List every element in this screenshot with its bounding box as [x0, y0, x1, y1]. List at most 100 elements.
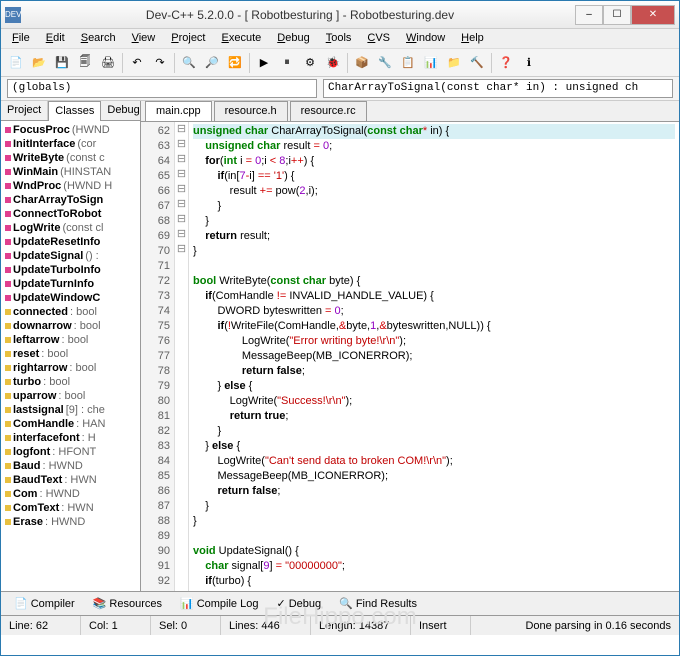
menu-project[interactable]: Project: [164, 29, 212, 48]
toolbar-button[interactable]: 📋: [397, 52, 419, 74]
tree-item[interactable]: downarrow : bool: [3, 319, 138, 333]
method-icon: [5, 225, 11, 231]
tab-icon: 🔍: [339, 597, 353, 610]
toolbar-button[interactable]: ⏸: [276, 52, 298, 74]
tree-item[interactable]: leftarrow : bool: [3, 333, 138, 347]
status-msg: Done parsing in 0.16 seconds: [471, 616, 679, 635]
tree-item[interactable]: InitInterface (cor: [3, 137, 138, 151]
left-tab-classes[interactable]: Classes: [48, 101, 101, 121]
tree-item[interactable]: WndProc (HWND H: [3, 179, 138, 193]
toolbar-button[interactable]: 🗐: [74, 52, 96, 74]
left-tab-debug[interactable]: Debug: [101, 101, 146, 120]
tree-item[interactable]: interfacefont : H: [3, 431, 138, 445]
bottom-tab-find-results[interactable]: 🔍Find Results: [332, 594, 424, 613]
scope-combo[interactable]: (globals): [7, 79, 317, 98]
toolbar-separator: [174, 53, 175, 73]
toolbar-button[interactable]: 🔎: [201, 52, 223, 74]
tree-item[interactable]: ComHandle : HAN: [3, 417, 138, 431]
method-icon: [5, 155, 11, 161]
class-tree[interactable]: FocusProc (HWNDInitInterface (corWriteBy…: [1, 121, 140, 591]
status-line: Line: 62: [1, 616, 81, 635]
menu-tools[interactable]: Tools: [319, 29, 359, 48]
tree-item[interactable]: UpdateTurnInfo: [3, 277, 138, 291]
toolbar-button[interactable]: 🐞: [322, 52, 344, 74]
variable-icon: [5, 351, 11, 357]
menu-window[interactable]: Window: [399, 29, 452, 48]
menu-search[interactable]: Search: [74, 29, 123, 48]
editor-tab[interactable]: main.cpp: [145, 101, 212, 121]
variable-icon: [5, 449, 11, 455]
tree-item[interactable]: connected : bool: [3, 305, 138, 319]
method-icon: [5, 281, 11, 287]
toolbar-button[interactable]: 🔍: [178, 52, 200, 74]
toolbar-button[interactable]: 🔧: [374, 52, 396, 74]
tree-item[interactable]: UpdateSignal () :: [3, 249, 138, 263]
tree-item[interactable]: UpdateWindowC: [3, 291, 138, 305]
bottom-tab-compiler[interactable]: 📄Compiler: [7, 594, 82, 613]
tree-item[interactable]: turbo : bool: [3, 375, 138, 389]
tree-item[interactable]: WriteByte (const c: [3, 151, 138, 165]
toolbar-button[interactable]: 📦: [351, 52, 373, 74]
tree-item[interactable]: FocusProc (HWND: [3, 123, 138, 137]
bottom-tab-compile-log[interactable]: 📊Compile Log: [173, 594, 265, 613]
method-icon: [5, 169, 11, 175]
tree-item[interactable]: ConnectToRobot: [3, 207, 138, 221]
left-panel: ProjectClassesDebug FocusProc (HWNDInitI…: [1, 101, 141, 591]
toolbar-button[interactable]: ↷: [149, 52, 171, 74]
function-combo[interactable]: CharArrayToSignal(const char* in) : unsi…: [323, 79, 673, 98]
app-icon: DEV: [5, 7, 21, 23]
toolbar-button[interactable]: 🔨: [466, 52, 488, 74]
code-area[interactable]: unsigned char CharArrayToSignal(const ch…: [189, 122, 679, 591]
tab-icon: ✓: [276, 597, 285, 610]
bottom-tab-debug[interactable]: ✓Debug: [269, 594, 328, 613]
tree-item[interactable]: WinMain (HINSTAN: [3, 165, 138, 179]
method-icon: [5, 183, 11, 189]
tree-item[interactable]: BaudText : HWN: [3, 473, 138, 487]
tree-item[interactable]: UpdateTurboInfo: [3, 263, 138, 277]
tree-item[interactable]: reset : bool: [3, 347, 138, 361]
toolbar-button[interactable]: 🖨: [97, 52, 119, 74]
left-tab-project[interactable]: Project: [1, 101, 48, 120]
toolbar-button[interactable]: 🔁: [224, 52, 246, 74]
toolbar-button[interactable]: ▶: [253, 52, 275, 74]
maximize-button[interactable]: ☐: [603, 5, 631, 25]
toolbar-button[interactable]: ⚙: [299, 52, 321, 74]
tree-item[interactable]: UpdateResetInfo: [3, 235, 138, 249]
fold-gutter[interactable]: ⊟⊟⊟⊟⊟⊟⊟⊟⊟: [175, 122, 189, 591]
tree-item[interactable]: lastsignal [9] : che: [3, 403, 138, 417]
editor-tab[interactable]: resource.rc: [290, 101, 367, 121]
toolbar-button[interactable]: ℹ: [518, 52, 540, 74]
menu-view[interactable]: View: [125, 29, 163, 48]
method-icon: [5, 127, 11, 133]
tree-item[interactable]: Baud : HWND: [3, 459, 138, 473]
toolbar-button[interactable]: 📁: [443, 52, 465, 74]
tree-item[interactable]: ComText : HWN: [3, 501, 138, 515]
toolbar-button[interactable]: 📂: [28, 52, 50, 74]
toolbar-button[interactable]: ↶: [126, 52, 148, 74]
menu-debug[interactable]: Debug: [270, 29, 316, 48]
menu-cvs[interactable]: CVS: [360, 29, 397, 48]
menu-edit[interactable]: Edit: [39, 29, 72, 48]
tree-item[interactable]: Com : HWND: [3, 487, 138, 501]
menu-file[interactable]: File: [5, 29, 37, 48]
close-button[interactable]: ✕: [631, 5, 675, 25]
tree-item[interactable]: rightarrow : bool: [3, 361, 138, 375]
tree-item[interactable]: uparrow : bool: [3, 389, 138, 403]
toolbar-button[interactable]: 💾: [51, 52, 73, 74]
variable-icon: [5, 519, 11, 525]
tree-item[interactable]: LogWrite (const cl: [3, 221, 138, 235]
toolbar-button[interactable]: 📊: [420, 52, 442, 74]
toolbar-separator: [249, 53, 250, 73]
tree-item[interactable]: logfont : HFONT: [3, 445, 138, 459]
variable-icon: [5, 435, 11, 441]
toolbar-button[interactable]: ❓: [495, 52, 517, 74]
menu-help[interactable]: Help: [454, 29, 491, 48]
editor-tab[interactable]: resource.h: [214, 101, 288, 121]
code-editor[interactable]: 6263646566676869707172737475767778798081…: [141, 122, 679, 591]
menu-execute[interactable]: Execute: [215, 29, 269, 48]
tree-item[interactable]: CharArrayToSign: [3, 193, 138, 207]
tree-item[interactable]: Erase : HWND: [3, 515, 138, 529]
bottom-tab-resources[interactable]: 📚Resources: [86, 594, 169, 613]
toolbar-button[interactable]: 📄: [5, 52, 27, 74]
minimize-button[interactable]: –: [575, 5, 603, 25]
